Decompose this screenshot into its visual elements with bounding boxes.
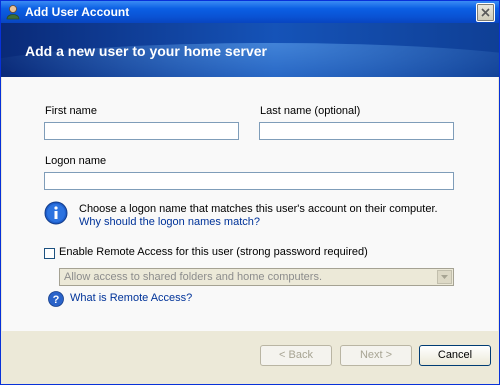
info-icon [44, 201, 68, 225]
remote-access-label[interactable]: Enable Remote Access for this user (stro… [59, 246, 368, 258]
last-name-input[interactable] [259, 122, 454, 140]
first-name-input[interactable] [44, 122, 239, 140]
header-banner: Add a new user to your home server [1, 23, 499, 77]
remote-access-select[interactable]: Allow access to shared folders and home … [59, 268, 454, 286]
chevron-down-icon [441, 275, 448, 279]
why-logon-names-link[interactable]: Why should the logon names match? [79, 216, 438, 228]
help-icon: ? [48, 291, 64, 307]
title-bar: Add User Account [1, 1, 499, 23]
remote-access-checkbox[interactable] [44, 248, 55, 259]
close-icon [481, 8, 490, 17]
svg-text:?: ? [53, 294, 60, 306]
close-button[interactable] [476, 3, 495, 22]
logon-info-text: Choose a logon name that matches this us… [79, 203, 438, 215]
add-user-account-window: Add User Account Add a new user to your … [0, 0, 500, 385]
last-name-label: Last name (optional) [260, 105, 361, 117]
remote-access-select-value: Allow access to shared folders and home … [64, 271, 323, 283]
back-button[interactable]: < Back [260, 345, 332, 366]
next-button[interactable]: Next > [340, 345, 412, 366]
logon-info: Choose a logon name that matches this us… [79, 203, 438, 228]
logon-name-label: Logon name [45, 155, 107, 167]
dropdown-arrow-button[interactable] [437, 270, 452, 284]
window-title: Add User Account [25, 5, 130, 19]
cancel-button[interactable]: Cancel [419, 345, 491, 366]
logon-name-input[interactable] [44, 172, 454, 190]
what-is-remote-access-link[interactable]: What is Remote Access? [70, 292, 192, 304]
banner-heading: Add a new user to your home server [25, 43, 267, 59]
first-name-label: First name [45, 105, 97, 117]
user-icon [5, 4, 21, 20]
